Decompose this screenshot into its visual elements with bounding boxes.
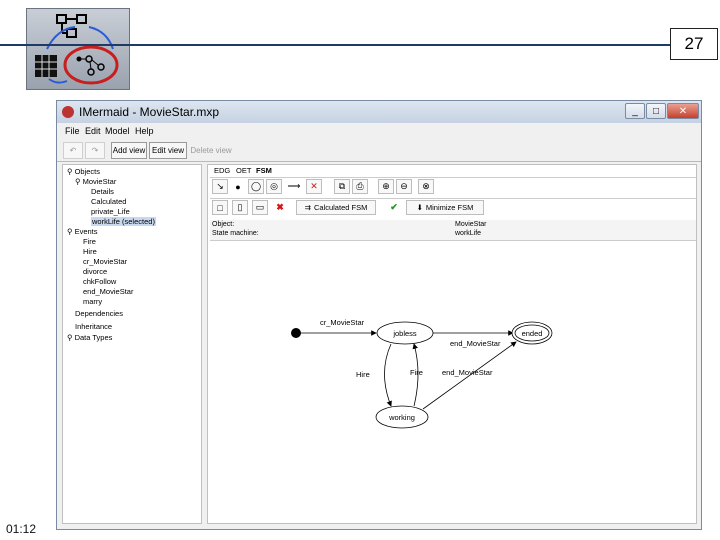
slide-time: 01:12 xyxy=(6,522,37,536)
state-machine-info: Object: State machine: MovieStar workLif… xyxy=(210,220,696,241)
state-machine-value: workLife xyxy=(455,230,482,237)
zoom-reset-icon[interactable]: ⊗ xyxy=(418,179,434,194)
transition-label: Fire xyxy=(410,368,423,377)
state-label: jobless xyxy=(392,329,417,338)
copy-icon[interactable]: ⧉ xyxy=(334,179,350,194)
main-toolbar: ↶ ↷ Add view Edit view Delete view xyxy=(57,141,701,162)
state-label: ended xyxy=(522,329,543,338)
fsm-canvas[interactable]: cr_MovieStar jobless end_MovieStar ended… xyxy=(210,241,696,521)
tree-node-objects[interactable]: ⚲ Objects xyxy=(67,167,100,176)
redo-button[interactable]: ↷ xyxy=(85,142,105,159)
calculated-fsm-button[interactable]: ⇉ Calculated FSM xyxy=(296,200,376,215)
fsm-tool-row: ↘ ● ◯ ◎ ⟶ ✕ ⧉ ⎙ ⊕ ⊖ ⊗ xyxy=(210,177,696,196)
tree-node-inheritance[interactable]: Inheritance xyxy=(75,322,112,331)
window-title: IMermaid - MovieStar.mxp xyxy=(79,105,220,119)
window-icon[interactable]: ▭ xyxy=(252,200,268,215)
menu-file[interactable]: File xyxy=(65,126,80,136)
maximize-button[interactable]: □ xyxy=(646,103,666,119)
tree-node-event[interactable]: cr_MovieStar xyxy=(83,257,127,266)
state-tool-icon[interactable]: ◯ xyxy=(248,179,264,194)
tree-node-details[interactable]: Details xyxy=(91,187,114,196)
tree-node-worklife-selected[interactable]: workLife (selected) xyxy=(91,217,156,226)
tab-oet[interactable]: OET xyxy=(236,166,251,175)
tree-node-event[interactable]: Fire xyxy=(83,237,96,246)
print-icon[interactable]: ⎙ xyxy=(352,179,368,194)
minimize-button[interactable]: _ xyxy=(625,103,645,119)
transition-label: Hire xyxy=(356,370,370,379)
menu-edit[interactable]: Edit xyxy=(85,126,101,136)
tree-node-event[interactable]: end_MovieStar xyxy=(83,287,133,296)
window-titlebar[interactable]: IMermaid - MovieStar.mxp _ □ ✕ xyxy=(57,101,701,123)
clear-icon[interactable]: ✖ xyxy=(272,200,288,215)
state-label: working xyxy=(388,413,415,422)
tree-node-events[interactable]: ⚲ Events xyxy=(67,227,98,236)
tree-node-data-types[interactable]: ⚲ Data Types xyxy=(67,333,112,342)
state-machine-label: State machine: xyxy=(212,230,259,237)
tree-node-event[interactable]: divorce xyxy=(83,267,107,276)
app-window: IMermaid - MovieStar.mxp _ □ ✕ File Edit… xyxy=(56,100,702,530)
select-tool-icon[interactable]: ↘ xyxy=(212,179,228,194)
tab-edg[interactable]: EDG xyxy=(214,166,230,175)
page-number: 27 xyxy=(670,28,718,60)
tree-node-dependencies[interactable]: Dependencies xyxy=(75,309,123,318)
fsm-diagram-logo-icon xyxy=(26,8,130,90)
add-view-button[interactable]: Add view xyxy=(111,142,147,159)
transition-arrow xyxy=(384,343,392,407)
editor-pane: EDG OET FSM ↘ ● ◯ ◎ ⟶ ✕ ⧉ ⎙ ⊕ ⊖ ⊗ □ ▯ ▭ … xyxy=(207,164,697,524)
check-icon[interactable]: ✔ xyxy=(386,200,402,215)
tab-fsm[interactable]: FSM xyxy=(256,166,272,175)
edit-view-button[interactable]: Edit view xyxy=(149,142,187,159)
transition-label: end_MovieStar xyxy=(450,339,501,348)
open-icon[interactable]: ▯ xyxy=(232,200,248,215)
object-label: Object: xyxy=(212,221,235,228)
delete-transition-icon[interactable]: ✕ xyxy=(306,179,322,194)
initial-state-marker xyxy=(291,328,301,338)
tree-node-event[interactable]: marry xyxy=(83,297,102,306)
tree-node-moviestar[interactable]: ⚲ MovieStar xyxy=(75,177,116,186)
new-icon[interactable]: □ xyxy=(212,200,228,215)
initial-state-tool-icon[interactable]: ● xyxy=(230,179,246,194)
zoom-out-icon[interactable]: ⊖ xyxy=(396,179,412,194)
arrow-down-icon: ⬇ xyxy=(416,203,423,212)
final-state-tool-icon[interactable]: ◎ xyxy=(266,179,282,194)
delete-view-button[interactable]: Delete view xyxy=(189,142,233,159)
undo-button[interactable]: ↶ xyxy=(63,142,83,159)
fsm-action-row: □ ▯ ▭ ✖ ⇉ Calculated FSM ✔ ⬇ Minimize FSM xyxy=(210,198,696,217)
model-tree: ⚲ Objects ⚲ MovieStar Details Calculated… xyxy=(62,164,202,524)
menu-help[interactable]: Help xyxy=(135,126,154,136)
editor-tabs: EDG OET FSM xyxy=(208,165,696,177)
app-icon xyxy=(62,106,74,118)
tree-node-event[interactable]: chkFollow xyxy=(83,277,116,286)
slide-header-rule xyxy=(0,44,700,46)
tree-node-event[interactable]: Hire xyxy=(83,247,97,256)
zoom-in-icon[interactable]: ⊕ xyxy=(378,179,394,194)
transition-label: end_MovieStar xyxy=(442,368,493,377)
transition-label: cr_MovieStar xyxy=(320,318,365,327)
object-value: MovieStar xyxy=(455,221,487,228)
tree-node-private-life[interactable]: private_Life xyxy=(91,207,130,216)
tree-node-calculated[interactable]: Calculated xyxy=(91,197,126,206)
menu-model[interactable]: Model xyxy=(105,126,130,136)
close-button[interactable]: ✕ xyxy=(667,103,699,119)
calculate-icon: ⇉ xyxy=(304,203,311,212)
menu-bar: File Edit Model Help xyxy=(57,124,701,140)
minimize-fsm-button[interactable]: ⬇ Minimize FSM xyxy=(406,200,484,215)
transition-tool-icon[interactable]: ⟶ xyxy=(286,179,302,194)
